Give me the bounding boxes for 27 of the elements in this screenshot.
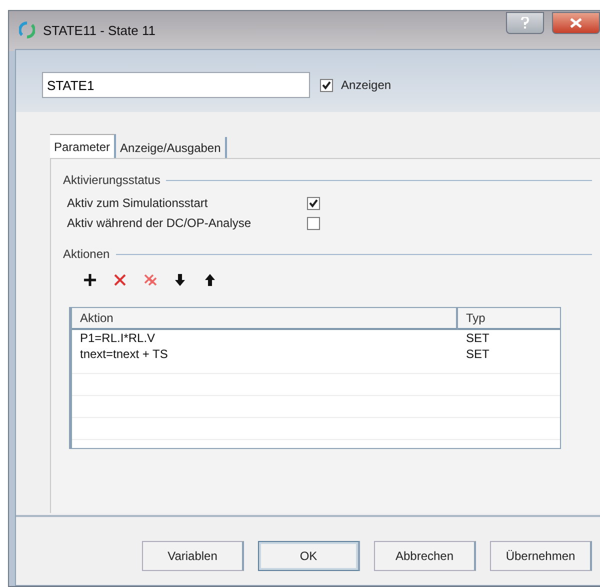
dialog-button[interactable]: Abbrechen	[374, 541, 476, 571]
help-icon	[521, 17, 529, 29]
dialog-button[interactable]: Übernehmen	[490, 541, 592, 571]
option-label: Aktiv während der DC/OP-Analyse	[67, 216, 252, 230]
checkbox[interactable]	[307, 216, 320, 230]
help-button[interactable]	[506, 12, 544, 34]
group-title: Aktionen	[63, 247, 110, 261]
arrow-up-icon[interactable]	[203, 273, 217, 287]
column-header[interactable]: Typ	[458, 308, 560, 330]
checkbox-label: Anzeigen	[341, 78, 392, 92]
close-icon	[570, 18, 582, 28]
delete-icon[interactable]	[113, 273, 127, 287]
name-field[interactable]: STATE1	[42, 72, 310, 98]
add-icon[interactable]	[83, 273, 97, 287]
arrow-down-icon[interactable]	[173, 273, 187, 287]
option-label: Aktiv zum Simulationsstart	[67, 196, 209, 210]
tab[interactable]: Parameter	[50, 134, 116, 158]
checkbox[interactable]	[320, 78, 333, 92]
app-icon	[19, 21, 35, 39]
close-button[interactable]	[552, 12, 600, 34]
column-header[interactable]: Aktion	[72, 308, 458, 330]
group-title: Aktivierungsstatus	[63, 173, 160, 187]
dialog-button[interactable]: Variablen	[142, 541, 244, 571]
checkbox[interactable]	[307, 196, 320, 210]
dialog-button[interactable]: OK	[258, 541, 360, 571]
delete-all-icon[interactable]	[143, 273, 157, 287]
window-title: STATE11 - State 11	[43, 22, 156, 38]
